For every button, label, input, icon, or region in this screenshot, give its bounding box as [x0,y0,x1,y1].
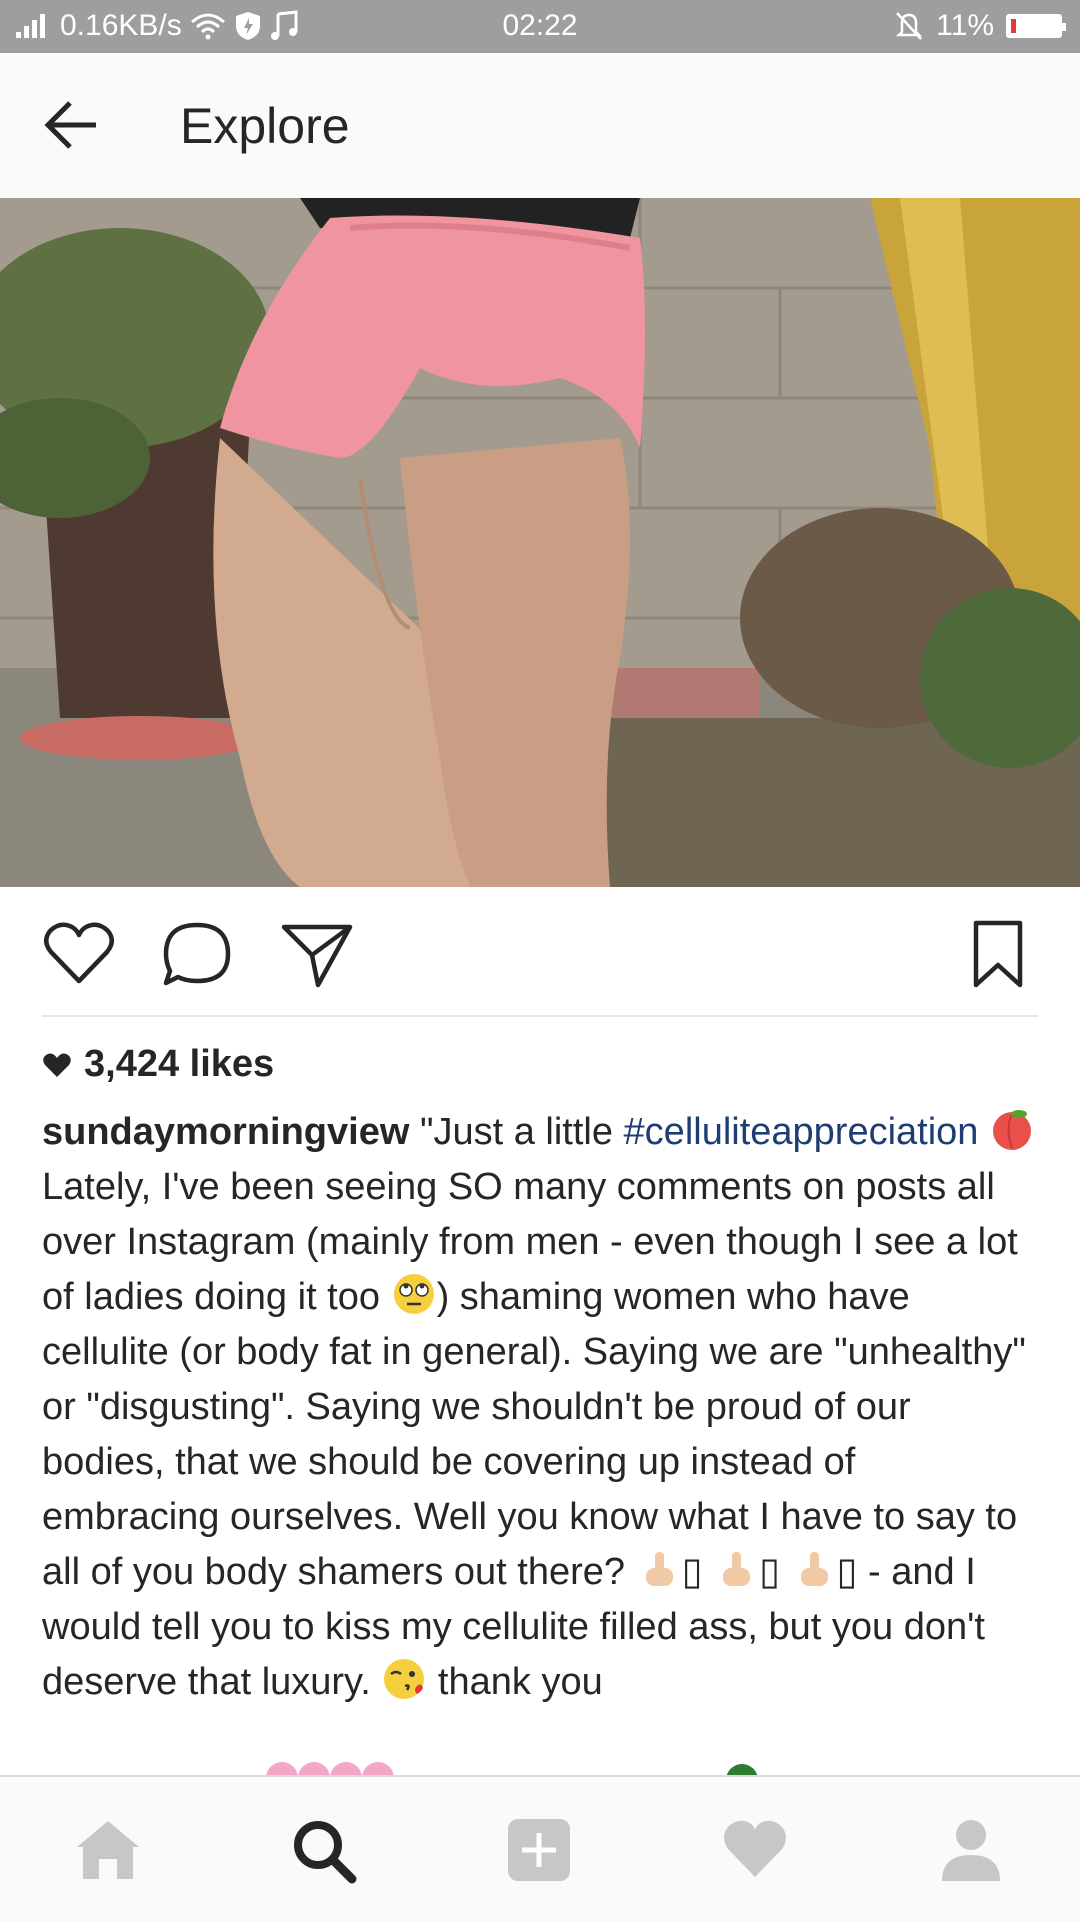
search-icon[interactable] [288,1815,358,1885]
battery-percent: 11% [936,9,994,42]
battery-icon [1006,14,1066,38]
profile-icon[interactable] [936,1815,1006,1885]
comment-icon[interactable] [160,919,234,989]
top-bar: Explore [0,53,1080,199]
likes-text: 3,424 likes [84,1043,275,1085]
home-icon[interactable] [73,1815,143,1885]
status-bar: 0.16KB/s 02:22 11% [0,0,1080,53]
caption-body-4: thank you [437,1661,603,1703]
add-icon[interactable] [504,1815,574,1885]
peach-emoji-icon [993,1110,1032,1150]
activity-heart-icon[interactable] [720,1815,790,1885]
post-image[interactable] [0,198,1080,887]
bottom-nav [0,1775,1080,1922]
bell-muted-icon [896,12,923,40]
hashtag-link[interactable]: #celluliteappreciation [624,1111,979,1153]
missing-glyph-2: ▯ [759,1551,780,1593]
middle-finger-emoji-icon [723,1552,751,1586]
divider [42,1015,1038,1017]
post-actions [0,887,1080,1017]
kiss-emoji-icon [384,1659,425,1699]
caption-body-2: ) shaming women who have cellulite (or b… [42,1276,1026,1593]
likes-count[interactable]: 3,424 likes [42,1043,274,1086]
missing-glyph-3: ▯ [836,1551,858,1593]
bookmark-icon[interactable] [968,919,1028,989]
battery-level [1011,19,1016,33]
page-title: Explore [180,98,350,154]
arrow-left-icon[interactable] [42,95,102,155]
middle-finger-emoji-icon [645,1552,673,1586]
heart-small-icon [43,1053,71,1077]
missing-glyph-1: ▯ [681,1551,703,1593]
middle-finger-emoji-icon [800,1552,828,1586]
post-photo [0,198,1080,887]
share-icon[interactable] [280,919,354,989]
caption-start: "Just a little [419,1111,613,1153]
caption-username[interactable]: sundaymorningview [42,1111,409,1153]
eye-roll-emoji-icon [393,1274,434,1314]
heart-icon[interactable] [42,919,116,989]
post-caption: sundaymorningview "Just a little #cellul… [42,1105,1042,1710]
